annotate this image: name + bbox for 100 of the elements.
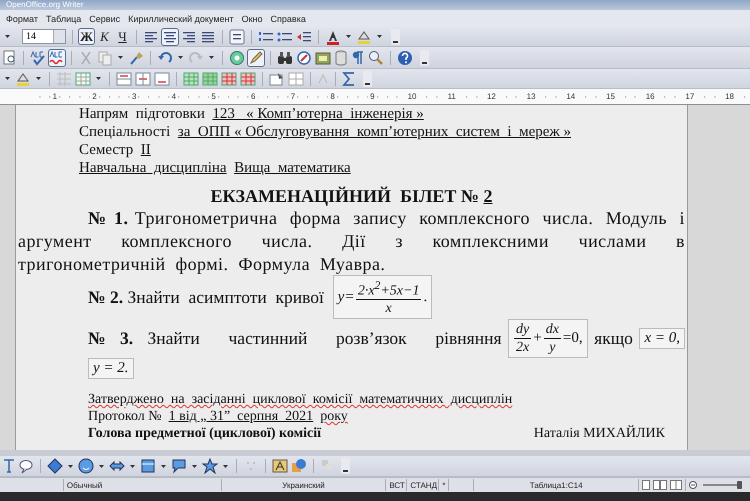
font-color-icon[interactable] [325, 28, 341, 44]
formula: y = 2. [88, 358, 134, 379]
ruler-number: 3 [130, 92, 138, 101]
gallery-icon[interactable] [296, 50, 312, 66]
diamond-icon[interactable] [47, 458, 63, 474]
align-middle-icon[interactable] [135, 70, 151, 86]
ticket-title: ЕКЗАМЕНАЦІЙНИЙ БІЛЕТ № 2 [210, 185, 494, 207]
dropdown-arrow-icon[interactable] [192, 464, 197, 468]
ruler-number: 13 [524, 92, 538, 101]
picture-frame-icon[interactable] [315, 50, 331, 66]
toolbar-overflow-icon[interactable] [341, 458, 350, 474]
dropdown-arrow-icon[interactable] [209, 56, 214, 59]
align-top-icon[interactable] [116, 70, 132, 86]
menu-item[interactable]: Кириллический документ [124, 14, 238, 24]
text-tool-icon[interactable] [3, 458, 15, 474]
align-center-icon[interactable] [162, 28, 178, 44]
language-label[interactable]: Украинский [220, 479, 386, 491]
dropdown-arrow-icon[interactable] [130, 464, 135, 468]
dropdown-arrow-icon[interactable] [118, 56, 123, 59]
callout-icon[interactable] [18, 458, 34, 474]
ruler-number: 5 [209, 92, 218, 101]
dropdown-arrow-icon[interactable] [99, 464, 104, 468]
delete-row-icon[interactable] [221, 70, 237, 86]
task-text: № 3. Знайти частинний розв’язок рівняння [88, 328, 502, 348]
dropdown-arrow-icon[interactable] [5, 35, 10, 38]
italic-button[interactable]: К [97, 29, 112, 44]
flowchart-icon[interactable] [140, 458, 156, 474]
ruler-number: 18 [723, 92, 736, 101]
header-line: Спеціальності за ОПП « Обслуговування комп’ютерних систем і мереж » [79, 123, 572, 141]
book-view-icon[interactable] [670, 480, 682, 490]
table-icon[interactable] [75, 70, 91, 86]
database-icon[interactable] [334, 50, 348, 66]
ruler-number: 6 [249, 92, 258, 101]
ruler-number: 9 [368, 92, 377, 101]
dropdown-arrow-icon[interactable] [346, 35, 351, 38]
sum-icon[interactable] [342, 70, 356, 86]
ruler-number: 11 [446, 92, 458, 101]
dropdown-arrow-icon[interactable] [5, 77, 10, 80]
multi-page-view-icon[interactable] [653, 480, 668, 490]
highlight-icon[interactable] [356, 28, 372, 44]
navigator-icon[interactable] [229, 50, 245, 66]
ruler-number: 8 [328, 92, 337, 101]
dropdown-arrow-icon[interactable] [223, 464, 228, 468]
insert-mode-label[interactable]: ВСТ [385, 479, 406, 491]
formula: y= 2·x$^{2}$+5x−1 x . [332, 274, 432, 320]
undo-icon[interactable] [157, 50, 173, 66]
dropdown-arrow-icon[interactable] [68, 464, 73, 468]
underline-button[interactable]: Ч [115, 29, 130, 44]
ruler-number: 15 [604, 92, 617, 101]
window-title: OpenOffice.org Writer [5, 0, 85, 10]
single-page-view-icon[interactable] [642, 480, 650, 490]
ruler-number: 17 [683, 92, 696, 101]
ruler-number: 16 [644, 92, 657, 101]
print-preview-icon[interactable] [3, 50, 17, 66]
star-icon[interactable] [202, 458, 218, 474]
ruler-number: 10 [406, 92, 418, 101]
ruler-number: 2 [90, 92, 99, 101]
bold-button[interactable]: Ж [79, 29, 94, 44]
signature-name: Наталія МИХАЙЛИК [534, 425, 665, 442]
menu-item[interactable]: Таблица [42, 14, 86, 24]
cell-background-icon[interactable] [15, 70, 31, 86]
dropdown-arrow-icon[interactable] [36, 77, 41, 80]
align-bottom-icon[interactable] [154, 70, 170, 86]
framed-paragraph-icon[interactable] [229, 28, 245, 44]
dropdown-arrow-icon[interactable] [161, 464, 166, 468]
toolbar-overflow-icon[interactable] [391, 28, 400, 44]
toolbar-overflow-icon[interactable] [363, 70, 372, 86]
toolbar-overflow-icon[interactable] [420, 50, 429, 66]
dropdown-arrow-icon[interactable] [96, 77, 101, 80]
task-paragraph: № 1. Тригонометрична форма запису комплексного числа. Модуль і аргумент комплексного числа. Дії з комплексними числами в тригонометричній формі. Формула Муавра. [18, 207, 685, 276]
auto-spellcheck-icon[interactable] [49, 50, 65, 66]
protocol-line: Протокол № 1 від „ 31” серпня 2021 року [88, 408, 349, 425]
smiley-icon[interactable] [78, 458, 94, 474]
menu-item[interactable]: Окно [238, 14, 267, 24]
autofit-icon[interactable] [269, 70, 285, 86]
speech-bubble-icon[interactable] [171, 458, 187, 474]
pilcrow-icon[interactable] [351, 50, 365, 66]
ruler-number: 7 [288, 92, 298, 101]
ruler-number: 1 [50, 92, 60, 101]
pencil-icon[interactable] [248, 50, 264, 66]
binoculars-icon[interactable] [277, 50, 293, 66]
menu-item[interactable]: Формат [2, 14, 42, 24]
text-frame-icon[interactable] [272, 458, 288, 474]
zoom-icon[interactable] [368, 50, 384, 66]
help-icon[interactable] [397, 50, 413, 66]
paintbrush-icon[interactable] [128, 50, 144, 66]
font-size-field[interactable]: 14 [22, 29, 66, 44]
selection-mode-label[interactable]: СТАНД [406, 479, 438, 491]
spellcheck-icon[interactable] [30, 50, 46, 66]
header-line: Напрям підготовки 123 « Комп’ютерна інженерія » [79, 105, 425, 123]
double-arrow-icon[interactable] [109, 458, 125, 474]
ruler-number: 12 [484, 92, 498, 101]
dropdown-arrow-icon[interactable] [377, 35, 382, 38]
page-style-label[interactable]: Обычный [62, 479, 221, 491]
dropdown-arrow-icon[interactable] [178, 56, 183, 59]
menu-item[interactable]: Сервис [85, 14, 124, 24]
zoom-out-icon[interactable] [689, 481, 698, 489]
menu-item[interactable]: Справка [266, 14, 310, 24]
delete-column-icon[interactable] [240, 70, 256, 86]
position-label: Таблица1:C14 [473, 479, 638, 491]
